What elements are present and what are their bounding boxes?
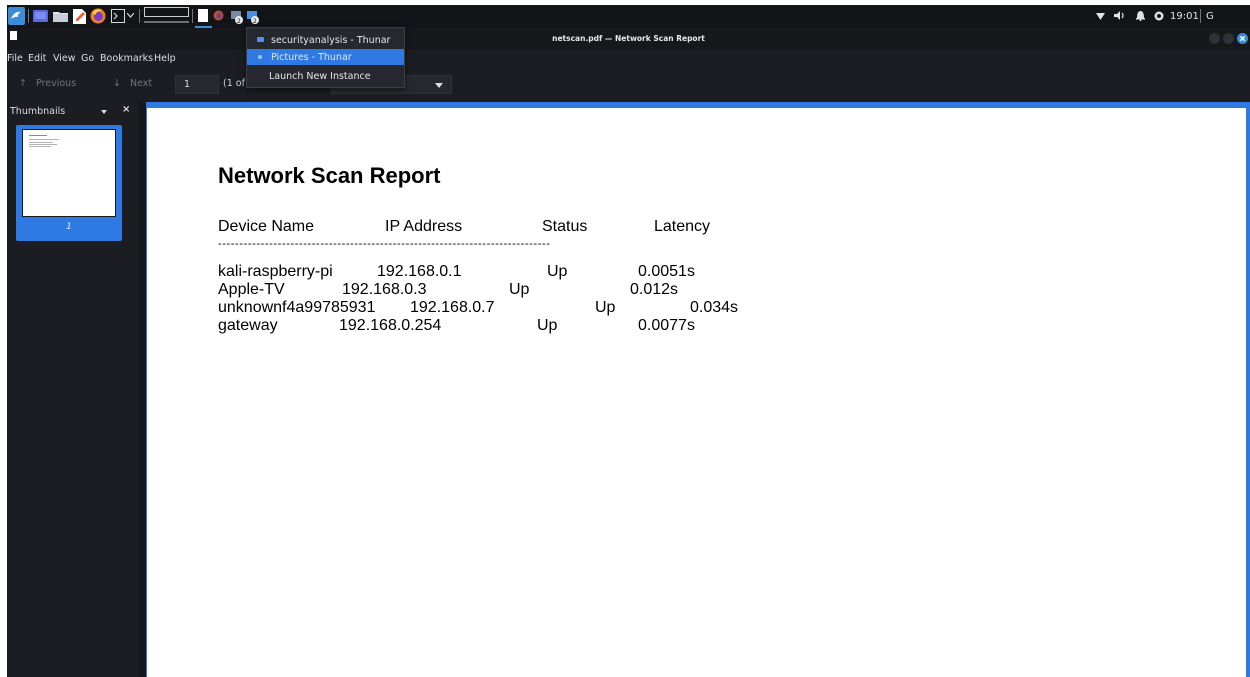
header-device-name: Device Name [218, 218, 315, 235]
thunar-task-group-icon[interactable]: 2 [231, 9, 245, 25]
desktop-screen: 2 2 19:01 G securityanalysis - Thunar Pi… [7, 5, 1250, 677]
pdf-viewer-task-icon[interactable] [198, 9, 208, 22]
table-cell: 192.168.0.3 [342, 281, 427, 298]
minimize-button[interactable] [1209, 33, 1220, 44]
task-group-menu: securityanalysis - Thunar Pictures - Thu… [246, 27, 405, 88]
table-cell: 192.168.0.7 [410, 299, 495, 316]
clock[interactable]: 19:01 [1170, 5, 1199, 28]
thumbnails-sidebar: Thumbnails × 1 [7, 102, 138, 677]
table-cell: 0.0077s [638, 317, 695, 334]
menu-help[interactable]: Help [154, 53, 176, 64]
menu-file[interactable]: File [7, 53, 23, 64]
sidebar-title: Thumbnails [10, 106, 66, 117]
network-icon[interactable] [1096, 13, 1105, 20]
kali-menu-icon[interactable] [8, 7, 25, 25]
thunar-task-icon[interactable]: 2 [247, 9, 261, 25]
thumbnail-image [22, 129, 116, 217]
thumbnail-page-number: 1 [66, 222, 72, 232]
header-ip-address: IP Address [385, 218, 463, 235]
maximize-button[interactable] [1223, 33, 1234, 44]
panel-separator [192, 9, 193, 23]
table-cell: 192.168.0.1 [377, 263, 462, 280]
text-editor-icon[interactable] [73, 9, 86, 24]
chevron-down-icon [435, 83, 443, 88]
sidebar-splitter[interactable] [138, 102, 146, 677]
svg-text:2: 2 [253, 18, 257, 25]
close-button[interactable] [1237, 33, 1248, 44]
workspace-switcher[interactable] [144, 7, 189, 23]
chevron-down-icon[interactable] [127, 13, 134, 19]
panel-separator [139, 9, 140, 23]
table-cell: Up [509, 281, 530, 298]
arrow-up-icon: ↑ [19, 78, 27, 89]
firefox-icon[interactable] [90, 8, 106, 24]
notifications-bell-icon[interactable] [1136, 10, 1145, 21]
document-view[interactable]: Network Scan Report Device Name IP Addre… [146, 102, 1250, 677]
sidebar-close-button[interactable]: × [122, 104, 130, 115]
menu-bookmarks[interactable]: Bookmarks [100, 53, 153, 64]
menu-edit[interactable]: Edit [28, 53, 46, 64]
sidebar-mode-dropdown[interactable] [101, 110, 107, 114]
menu-go[interactable]: Go [81, 53, 94, 64]
menu-view[interactable]: View [53, 53, 76, 64]
table-cell: unknownf4a99785931 [218, 299, 376, 316]
table-cell: Up [537, 317, 558, 334]
folder-icon [257, 37, 264, 42]
table-cell: Up [595, 299, 616, 316]
table-cell: 192.168.0.254 [339, 317, 442, 334]
table-cell: Apple-TV [218, 281, 285, 298]
page-number-input[interactable]: 1 [175, 75, 219, 94]
window-titlebar[interactable]: netscan.pdf — Network Scan Report [7, 28, 1250, 50]
menubar: File Edit View Go Bookmarks Help [7, 50, 1250, 68]
pdf-page: Network Scan Report Device Name IP Addre… [147, 108, 1246, 677]
file-manager-icon[interactable] [53, 10, 68, 22]
panel-separator [28, 9, 29, 23]
page-count-label: (1 of [223, 78, 245, 89]
svg-text:2: 2 [237, 18, 241, 25]
menu-item-launch-new-instance[interactable]: Launch New Instance [247, 68, 404, 84]
window-title: netscan.pdf — Network Scan Report [552, 34, 705, 43]
terminal-icon[interactable] [111, 9, 125, 23]
user-menu-label[interactable]: G [1206, 5, 1214, 28]
previous-button[interactable]: ↑ Previous [19, 78, 76, 89]
firefox-task-icon[interactable] [213, 10, 224, 21]
menu-item-pictures[interactable]: Pictures - Thunar [247, 49, 404, 65]
header-latency: Latency [654, 218, 711, 235]
power-icon[interactable] [1154, 11, 1164, 21]
header-status: Status [542, 218, 588, 235]
header-separator: ----------------------------------------… [218, 238, 551, 250]
panel-separator [1200, 9, 1201, 23]
show-desktop-icon[interactable] [33, 10, 48, 22]
folder-icon [258, 55, 262, 59]
next-button[interactable]: ↓ Next [113, 78, 152, 89]
table-cell: Up [547, 263, 568, 280]
volume-icon[interactable] [1114, 10, 1126, 21]
table-cell: 0.0051s [638, 263, 695, 280]
arrow-down-icon: ↓ [113, 78, 121, 89]
table-cell: 0.012s [630, 281, 679, 298]
top-panel: 2 2 19:01 G [7, 5, 1250, 28]
table-cell: gateway [218, 317, 278, 334]
table-cell: 0.034s [690, 299, 739, 316]
document-title: Network Scan Report [218, 163, 441, 188]
menu-item-securityanalysis[interactable]: securityanalysis - Thunar [247, 32, 404, 48]
toolbar: ↑ Previous ↓ Next 1 (1 of [7, 68, 1250, 102]
table-cell: kali-raspberry-pi [218, 263, 333, 280]
page-thumbnail[interactable]: 1 [16, 125, 122, 241]
